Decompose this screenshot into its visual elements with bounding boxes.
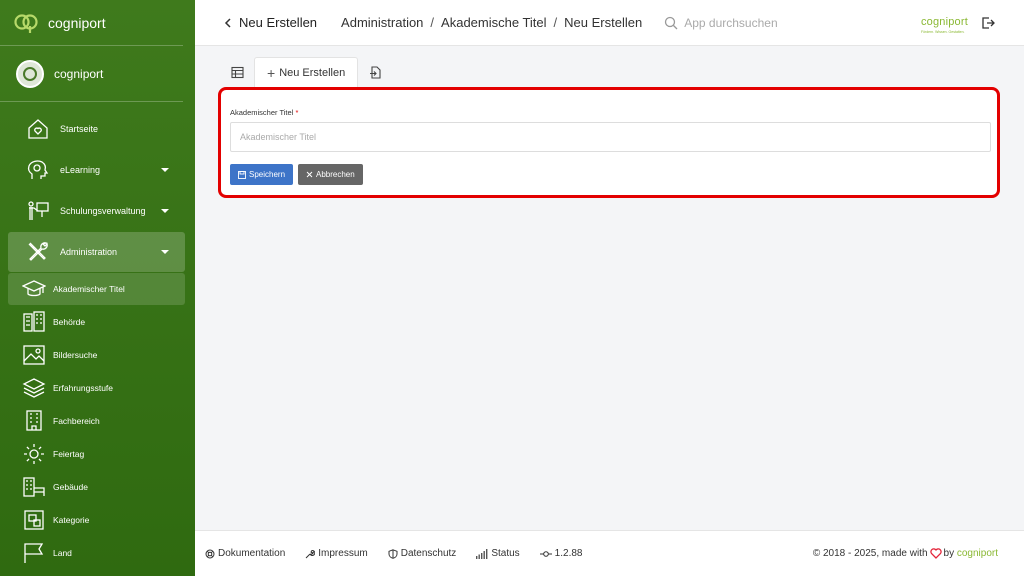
- file-import-icon: [369, 65, 381, 79]
- brand-name: cogniport: [48, 14, 106, 31]
- footer-link-impressum[interactable]: Impressum: [305, 548, 368, 559]
- tab-table-view[interactable]: [220, 57, 254, 87]
- footer-version: 1.2.88: [539, 548, 582, 559]
- close-icon: [306, 171, 313, 178]
- brand[interactable]: cogniport: [0, 0, 183, 46]
- shield-icon: [388, 548, 398, 559]
- sidebar-item-fachbereich[interactable]: Fachbereich: [8, 405, 185, 437]
- sidebar-item-bildersuche[interactable]: Bildersuche: [8, 339, 185, 371]
- header-logo[interactable]: cogniport Fördern. Wissen. Gestalten.: [921, 12, 968, 34]
- building-icon: [26, 410, 42, 431]
- home-heart-icon: [28, 119, 48, 139]
- lifebuoy-icon: [205, 549, 215, 558]
- heart-icon: [929, 548, 942, 559]
- back-button[interactable]: Neu Erstellen: [221, 15, 317, 30]
- sidebar-item-startseite[interactable]: Startseite: [8, 109, 185, 149]
- save-icon: [238, 170, 246, 179]
- sidebar-item-akademischer-titel[interactable]: Akademischer Titel: [8, 273, 185, 305]
- graduation-cap-icon: [22, 280, 46, 297]
- chevron-down-icon: [161, 250, 169, 254]
- header-logo-tagline: Fördern. Wissen. Gestalten.: [920, 29, 965, 34]
- plus-icon: +: [267, 64, 276, 81]
- table-icon: [230, 66, 244, 78]
- chevron-left-icon: [224, 17, 231, 28]
- view-tabs: + Neu Erstellen: [220, 57, 392, 87]
- sun-icon: [24, 444, 44, 464]
- sidebar-item-behoerde[interactable]: Behörde: [8, 306, 185, 338]
- commit-icon: [539, 550, 552, 557]
- search-box: [664, 15, 865, 30]
- footer-brand[interactable]: cogniport: [957, 548, 998, 559]
- tab-import[interactable]: [358, 57, 392, 87]
- search-icon: [665, 16, 678, 29]
- sidebar-item-erfahrungsstufe[interactable]: Erfahrungsstufe: [8, 372, 185, 404]
- presenter-board-icon: [28, 201, 49, 220]
- page-title: Neu Erstellen: [239, 15, 318, 30]
- sidebar-nav: Startseite eLearning Schulungsverwaltung…: [0, 102, 195, 569]
- chevron-down-icon: [161, 168, 169, 172]
- user-name: cogniport: [54, 66, 104, 81]
- cogniport-logo-icon: [14, 13, 38, 33]
- breadcrumb-akademische-titel[interactable]: Akademische Titel: [441, 15, 547, 30]
- cancel-button[interactable]: Abbrechen: [298, 164, 363, 185]
- search-input[interactable]: [684, 15, 865, 30]
- header-logo-text: cogniport: [920, 15, 968, 28]
- sidebar-item-administration[interactable]: Administration: [8, 232, 185, 272]
- breadcrumb-administration[interactable]: Administration: [341, 15, 423, 30]
- category-icon: [24, 510, 44, 530]
- flag-icon: [24, 543, 44, 563]
- wrench-icon: [305, 549, 316, 558]
- buildings-icon: [23, 311, 45, 332]
- sidebar: cogniport cogniport Startseite eLearning…: [0, 0, 195, 576]
- tools-icon: [28, 242, 49, 261]
- akademischer-titel-input[interactable]: [230, 122, 991, 152]
- sidebar-item-land[interactable]: Land: [8, 537, 185, 569]
- building-bed-icon: [23, 477, 45, 497]
- top-header: Neu Erstellen Administration / Akademisc…: [195, 0, 1024, 46]
- footer: Dokumentation Impressum Datenschutz Stat…: [195, 530, 1024, 576]
- footer-link-datenschutz[interactable]: Datenschutz: [388, 548, 456, 559]
- save-button[interactable]: Speichern: [230, 164, 294, 185]
- avatar: [16, 59, 44, 88]
- sidebar-item-schulungsverwaltung[interactable]: Schulungsverwaltung: [8, 191, 185, 231]
- footer-link-status[interactable]: Status: [476, 548, 520, 559]
- footer-link-dokumentation[interactable]: Dokumentation: [205, 548, 285, 559]
- chevron-down-icon: [161, 209, 169, 213]
- sidebar-item-gebaeude[interactable]: Gebäude: [8, 471, 185, 503]
- user-profile[interactable]: cogniport: [0, 46, 183, 102]
- required-mark: *: [295, 108, 299, 117]
- sidebar-item-kategorie[interactable]: Kategorie: [8, 504, 185, 536]
- sidebar-item-elearning[interactable]: eLearning: [8, 150, 185, 190]
- layers-icon: [22, 378, 46, 398]
- logout-icon[interactable]: [980, 15, 996, 31]
- image-icon: [23, 345, 45, 365]
- breadcrumb-neu-erstellen: Neu Erstellen: [564, 15, 643, 30]
- head-gear-icon: [27, 160, 49, 179]
- sidebar-item-feiertag[interactable]: Feiertag: [8, 438, 185, 470]
- copyright: © 2018 - 2025, made with by cogniport: [812, 548, 998, 559]
- tab-neu-erstellen[interactable]: + Neu Erstellen: [254, 57, 359, 87]
- breadcrumb: Administration / Akademische Titel / Neu…: [341, 15, 643, 30]
- signal-bars-icon: [476, 548, 488, 559]
- create-form: Akademischer Titel * Speichern Abbrechen: [218, 87, 1000, 198]
- field-label-akademischer-titel: Akademischer Titel *: [230, 108, 299, 117]
